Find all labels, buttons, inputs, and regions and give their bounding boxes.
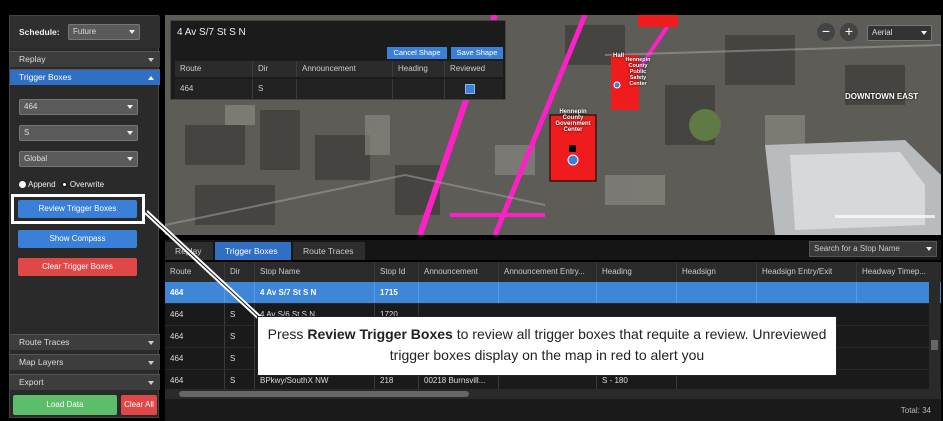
callout-text-post: to review all trigger boxes that requite… <box>389 326 827 363</box>
callout-text-pre: Press <box>267 326 308 342</box>
callout-text-bold: Review Trigger Boxes <box>307 326 453 342</box>
instruction-callout: Press Review Trigger Boxes to review all… <box>257 316 837 376</box>
